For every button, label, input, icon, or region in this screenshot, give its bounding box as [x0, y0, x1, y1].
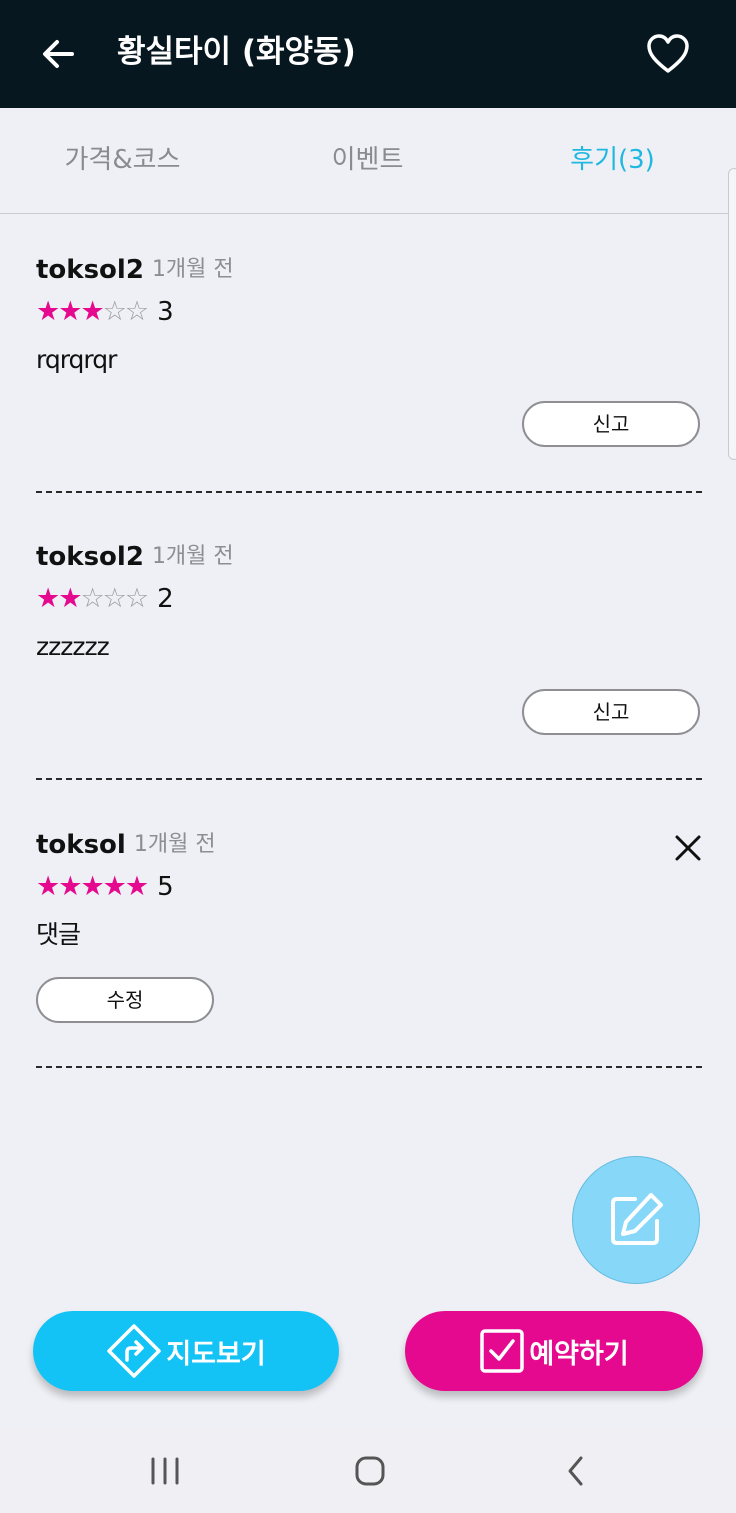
star-rating: ★★☆☆☆ 2 — [36, 581, 174, 617]
star-empty-icon: ☆ — [124, 583, 149, 614]
heart-outline-icon — [647, 34, 689, 73]
star-empty-icon: ☆ — [102, 583, 127, 614]
home-icon — [355, 1456, 385, 1486]
checkbox-icon — [480, 1329, 525, 1373]
app-header: 황실타이 (화양동) — [0, 0, 736, 108]
star-filled-icon: ★ — [58, 296, 82, 327]
review-text: 댓글 — [36, 920, 81, 949]
favorite-button[interactable] — [644, 30, 692, 78]
tab-reviews[interactable]: 후기(3) — [490, 138, 735, 182]
review-time: 1개월 전 — [151, 544, 234, 569]
star-empty-icon: ☆ — [102, 296, 127, 327]
write-review-button[interactable] — [572, 1156, 700, 1284]
star-empty-icon: ☆ — [124, 296, 149, 327]
map-view-button[interactable]: 지도보기 — [33, 1311, 339, 1391]
nav-back-button[interactable] — [552, 1447, 600, 1495]
review-time: 1개월 전 — [151, 257, 234, 282]
tab-event[interactable]: 이벤트 — [245, 138, 490, 182]
map-view-label: 지도보기 — [166, 1338, 266, 1370]
divider — [36, 491, 702, 493]
star-filled-icon: ★ — [36, 583, 60, 614]
star-empty-icon: ☆ — [80, 583, 104, 614]
divider — [36, 778, 702, 780]
direction-sign-icon — [107, 1324, 162, 1378]
reserve-label: 예약하기 — [529, 1338, 629, 1370]
star-filled-icon: ★ — [102, 871, 127, 902]
delete-review-button[interactable] — [672, 832, 704, 864]
star-filled-icon: ★ — [58, 583, 82, 614]
system-nav-bar — [0, 1429, 736, 1513]
star-filled-icon: ★ — [124, 871, 149, 902]
edit-button[interactable]: 수정 — [36, 977, 214, 1023]
edit-icon — [611, 1193, 663, 1245]
recent-apps-icon — [151, 1457, 179, 1485]
close-icon — [675, 835, 701, 861]
star-rating: ★★★★★ 5 — [36, 869, 174, 905]
reserve-button[interactable]: 예약하기 — [405, 1311, 703, 1391]
rating-value: 2 — [157, 584, 174, 614]
review-text: zzzzzz — [36, 632, 110, 661]
home-button[interactable] — [346, 1447, 394, 1495]
review-author: toksol2 — [36, 255, 144, 285]
divider — [36, 1066, 702, 1068]
star-filled-icon: ★ — [36, 871, 60, 902]
report-button[interactable]: 신고 — [522, 689, 700, 735]
star-filled-icon: ★ — [36, 296, 60, 327]
back-button[interactable] — [36, 32, 80, 76]
rating-value: 3 — [157, 297, 174, 327]
review-author: toksol — [36, 830, 126, 860]
star-filled-icon: ★ — [58, 871, 82, 902]
rating-value: 5 — [157, 872, 174, 902]
star-rating: ★★★☆☆ 3 — [36, 294, 174, 330]
tab-bar: 가격&코스 이벤트 후기(3) — [0, 108, 736, 214]
star-filled-icon: ★ — [80, 296, 104, 327]
recent-apps-button[interactable] — [141, 1447, 189, 1495]
report-button[interactable]: 신고 — [522, 401, 700, 447]
star-filled-icon: ★ — [80, 871, 104, 902]
back-icon — [568, 1456, 583, 1486]
review-time: 1개월 전 — [133, 832, 216, 857]
arrow-left-icon — [43, 40, 74, 68]
page-title: 황실타이 (화양동) — [117, 34, 356, 70]
review-author: toksol2 — [36, 542, 144, 572]
tab-price-course[interactable]: 가격&코스 — [0, 138, 245, 182]
review-text: rqrqrqr — [36, 345, 117, 374]
scrollbar[interactable] — [728, 168, 736, 460]
